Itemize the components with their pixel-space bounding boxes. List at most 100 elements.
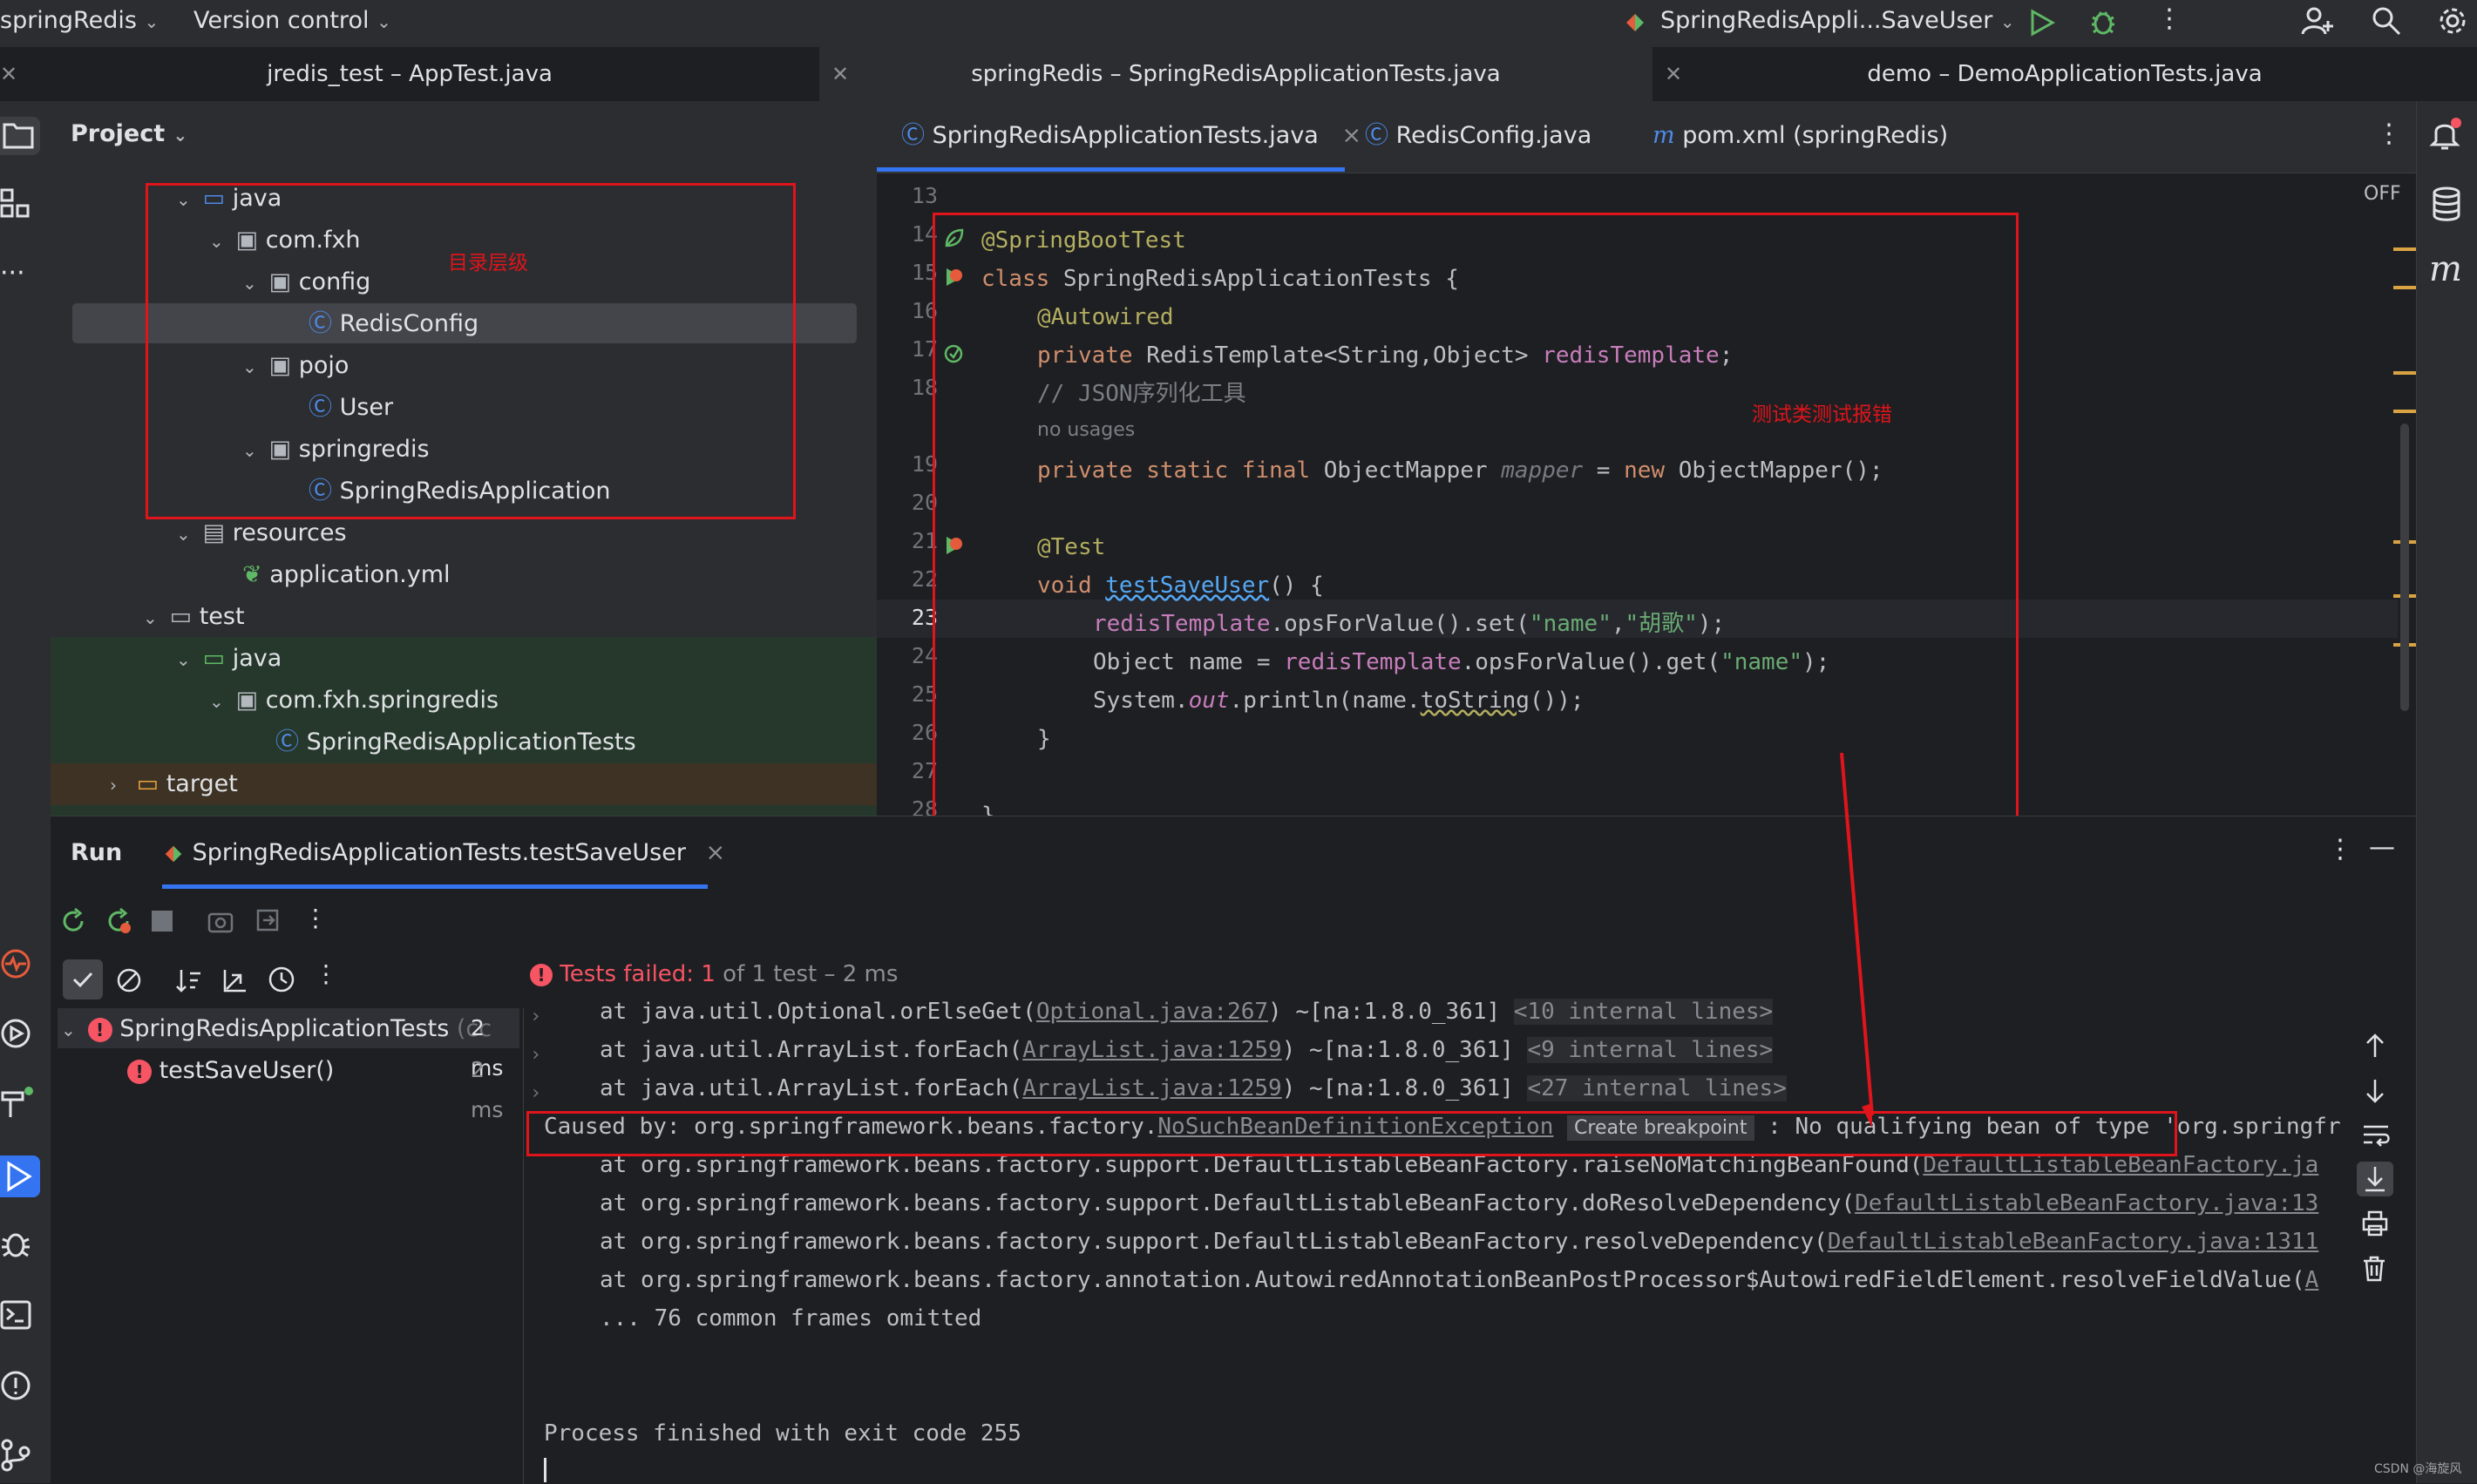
console-output[interactable]: › › › at java.util.Optional.orElseGet(Op… (530, 998, 2407, 1484)
rerun-icon[interactable] (59, 907, 87, 935)
line-number: 16 (911, 298, 938, 323)
print-icon[interactable] (2362, 1210, 2388, 1237)
warning-stripe[interactable] (2393, 286, 2416, 289)
source-link[interactable]: Optional.java:267 (1036, 999, 1268, 1025)
more-icon[interactable]: ⋮ (2156, 3, 2182, 34)
close-icon[interactable]: ✕ (831, 47, 849, 101)
tree-folder-target[interactable]: › ▭ target (110, 763, 238, 805)
toolbar-more-icon[interactable]: ⋮ (303, 904, 328, 932)
tree-class-springredisapplicationtests[interactable]: Ⓒ SpringRedisApplicationTests (275, 722, 636, 763)
window-tab-jredis[interactable]: ✕ jredis_test – AppTest.java (0, 47, 819, 101)
close-icon[interactable]: × (706, 839, 726, 866)
profiler-icon[interactable] (0, 948, 31, 979)
source-link[interactable]: DefaultListableBeanFactory.java:13 (1855, 1190, 2318, 1216)
tree-file-application-yml[interactable]: ❦ application.yml (242, 554, 451, 596)
soft-wrap-icon[interactable] (2362, 1123, 2390, 1148)
window-tab-demo[interactable]: ✕ demo – DemoApplicationTests.java (1652, 47, 2477, 101)
minimize-icon[interactable]: — (2369, 832, 2395, 863)
expand-icon[interactable]: › (530, 1074, 541, 1113)
error-icon: ! (530, 963, 553, 986)
run-config-selector[interactable]: SpringRedisAppli...SaveUser ⌄ (1660, 7, 2015, 34)
show-passed-toggle[interactable] (63, 959, 103, 999)
editor-tab-springredisapplicationtests[interactable]: Ⓒ SpringRedisApplicationTests.java × (901, 101, 1361, 171)
export-icon[interactable] (254, 907, 281, 933)
show-ignored-icon[interactable] (115, 966, 143, 994)
line-number: 21 (911, 528, 938, 553)
folded-lines[interactable]: <27 internal lines> (1527, 1075, 1787, 1101)
scroll-up-icon[interactable] (2364, 1033, 2386, 1059)
source-link[interactable]: ArrayList.java:1259 (1022, 1075, 1281, 1101)
settings-gear-icon[interactable] (2437, 5, 2468, 37)
run-tab-config[interactable]: SpringRedisApplicationTests.testSaveUser… (162, 839, 725, 866)
run-icon[interactable] (2029, 9, 2055, 37)
warning-stripe[interactable] (2393, 410, 2416, 413)
scroll-down-icon[interactable] (2364, 1078, 2386, 1104)
test-node-method[interactable]: ! testSaveUser() (127, 1050, 334, 1092)
run-config-icon (162, 843, 185, 865)
services-icon[interactable] (0, 1018, 31, 1049)
source-link[interactable]: DefaultListableBeanFactory.java:1311 (1828, 1229, 2319, 1255)
terminal-icon[interactable] (0, 1300, 31, 1330)
debug-icon[interactable] (2088, 7, 2118, 37)
warning-stripe[interactable] (2393, 371, 2416, 375)
scroll-to-end-toggle[interactable] (2357, 1162, 2393, 1196)
project-tool-icon[interactable] (0, 117, 40, 155)
more-tools-icon[interactable]: ··· (0, 258, 25, 288)
run-panel: Run SpringRedisApplicationTests.testSave… (51, 816, 2461, 1484)
stack-line: at org.springframework.beans.factory.sup… (600, 1190, 2319, 1216)
close-icon[interactable]: ✕ (0, 47, 17, 101)
error-icon: ! (127, 1060, 152, 1084)
folded-lines[interactable]: <9 internal lines> (1527, 1037, 1774, 1063)
tree-folder-test-java[interactable]: ⌄ ▭ java (176, 638, 282, 680)
close-icon[interactable]: × (1341, 122, 1361, 149)
collapse-all-icon[interactable] (221, 966, 249, 994)
test-tree-more-icon[interactable]: ⋮ (314, 959, 338, 988)
search-icon[interactable] (2371, 5, 2402, 37)
stack-line: at org.springframework.beans.factory.ann… (600, 1267, 2319, 1293)
editor-scrollbar[interactable] (2400, 424, 2409, 711)
test-node-class[interactable]: ⌄ ! SpringRedisApplicationTests (cc (61, 1008, 492, 1050)
directory-annotation-label: 目录层级 (448, 252, 528, 274)
source-link[interactable]: ArrayList.java:1259 (1022, 1037, 1281, 1063)
tree-package-com-fxh-springredis[interactable]: ⌄ ▣ com.fxh.springredis (209, 680, 499, 722)
line-number: 26 (911, 720, 938, 745)
reader-mode-toggle[interactable]: OFF (2364, 183, 2401, 205)
run-panel-options-icon[interactable]: ⋮ (2327, 834, 2353, 864)
version-control-menu[interactable]: Version control ⌄ (193, 7, 391, 34)
maven-icon[interactable]: m (2429, 249, 2462, 289)
history-icon[interactable] (267, 965, 296, 994)
problems-icon[interactable] (0, 1370, 31, 1401)
sort-icon[interactable] (174, 966, 204, 994)
build-icon[interactable] (0, 1086, 35, 1121)
stack-line: at java.util.ArrayList.forEach(ArrayList… (600, 1075, 1787, 1101)
test-tree: ⌄ ! SpringRedisApplicationTests (cc 2 ms… (51, 1008, 524, 1484)
stop-icon[interactable] (152, 911, 173, 932)
expand-icon[interactable]: › (530, 998, 541, 1036)
stack-line: at java.util.ArrayList.forEach(ArrayList… (600, 1037, 1774, 1063)
folded-lines[interactable]: <10 internal lines> (1513, 999, 1774, 1025)
window-tab-springredis[interactable]: ✕ springRedis – SpringRedisApplicationTe… (819, 47, 1652, 101)
editor-tab-pom[interactable]: m pom.xml (springRedis) (1652, 101, 1948, 171)
tree-folder-test[interactable]: ⌄ ▭ test (143, 596, 245, 638)
close-icon[interactable]: ✕ (1665, 47, 1682, 101)
expand-icon[interactable]: › (530, 1036, 541, 1074)
clear-trash-icon[interactable] (2362, 1256, 2386, 1282)
editor-tab-redisconfig[interactable]: Ⓒ RedisConfig.java (1365, 101, 1591, 171)
debug-tool-icon[interactable] (0, 1227, 31, 1260)
git-icon[interactable] (0, 1438, 31, 1473)
screenshot-icon[interactable] (207, 909, 234, 933)
tab-options-icon[interactable]: ⋮ (2376, 119, 2402, 149)
watermark: CSDN @海旋风 (2374, 1462, 2462, 1476)
source-link[interactable]: A (2305, 1267, 2319, 1293)
project-menu[interactable]: springRedis ⌄ (0, 7, 159, 34)
database-icon[interactable] (2431, 186, 2462, 221)
warning-stripe[interactable] (2393, 247, 2416, 251)
notifications-icon[interactable] (2429, 117, 2464, 152)
structure-tool-icon[interactable] (0, 188, 30, 218)
run-tool-icon[interactable] (0, 1155, 40, 1197)
add-user-icon[interactable] (2301, 5, 2334, 37)
frames-omitted-line: ... 76 common frames omitted (600, 1305, 982, 1332)
project-header[interactable]: Project ⌄ (71, 120, 187, 147)
rerun-failed-icon[interactable] (105, 907, 132, 935)
stack-line: at org.springframework.beans.factory.sup… (600, 1229, 2319, 1255)
